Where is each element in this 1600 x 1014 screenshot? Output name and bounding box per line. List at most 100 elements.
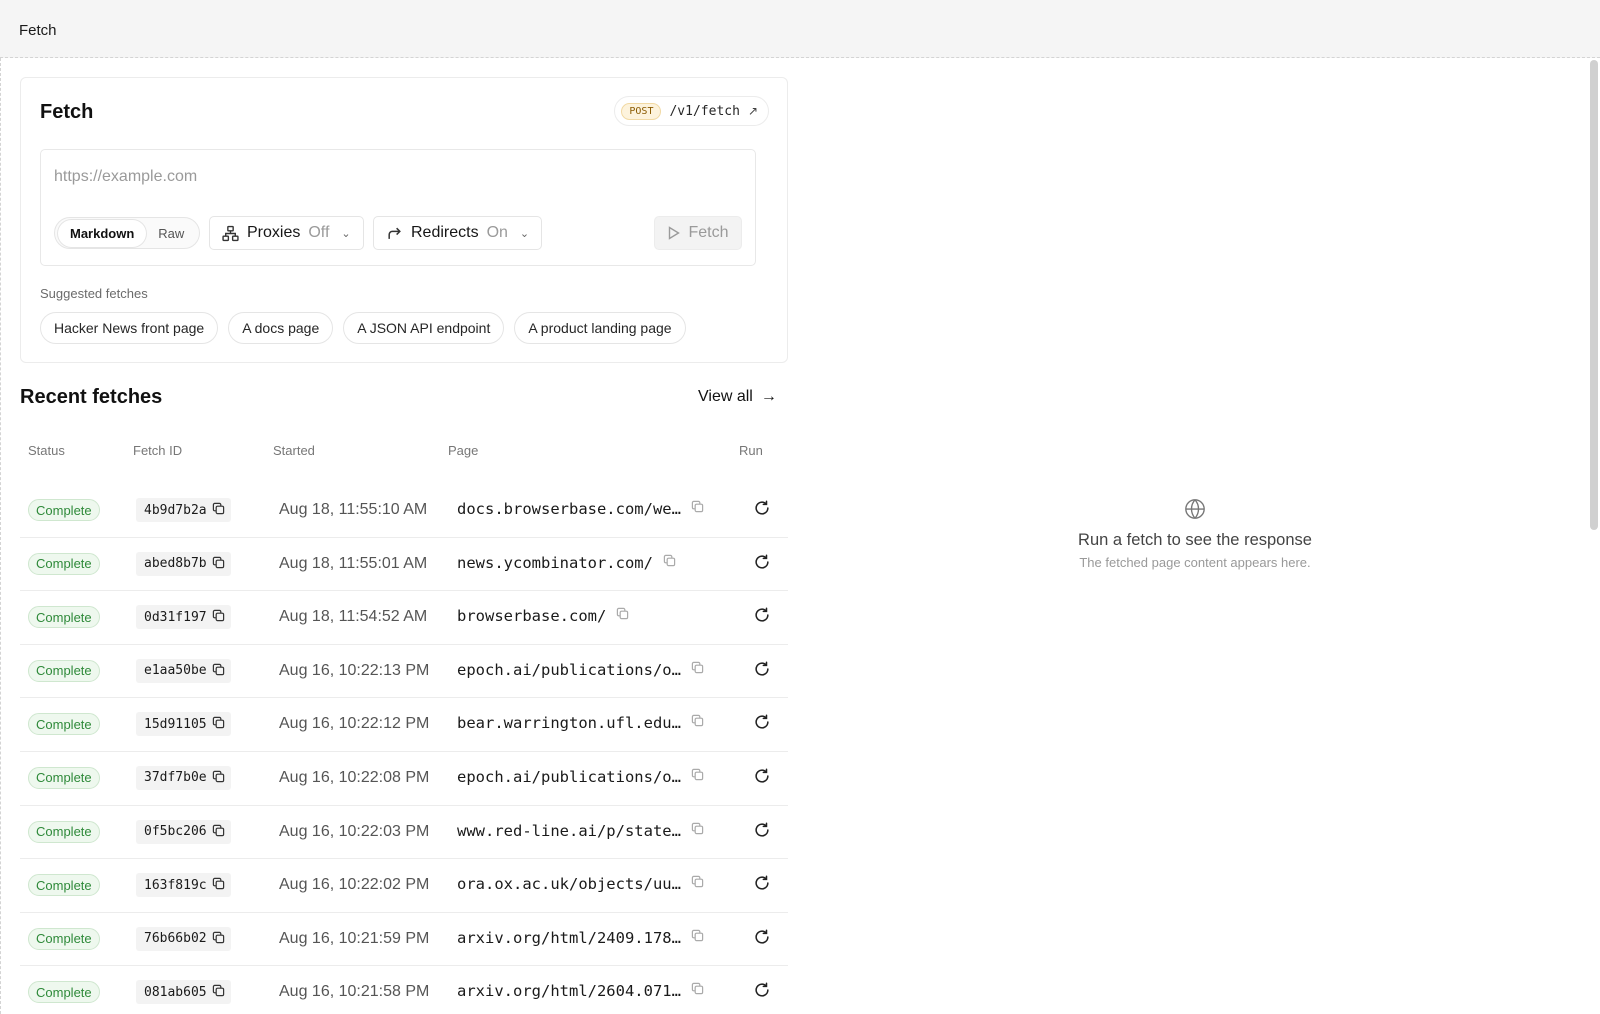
rerun-icon[interactable] <box>753 606 771 629</box>
copy-icon[interactable] <box>691 929 704 947</box>
started-time: Aug 16, 10:22:12 PM <box>279 715 430 733</box>
view-all-link[interactable]: View all → <box>698 388 777 406</box>
suggestion-chip[interactable]: A docs page <box>228 312 334 344</box>
page-cell: www.red-line.ai/p/state… <box>457 822 704 840</box>
table-row[interactable]: Complete 76b66b02 Aug 16, 10:21:59 PM arxiv… <box>20 913 788 967</box>
fetch-button-label: Fetch <box>688 224 729 241</box>
fetch-card: Fetch POST /v1/fetch ↗ Markdown Raw Prox… <box>20 77 788 363</box>
table-row[interactable]: Complete 081ab605 Aug 16, 10:21:58 PM arxiv… <box>20 966 788 1014</box>
left-panel: Fetch POST /v1/fetch ↗ Markdown Raw Prox… <box>0 58 790 1014</box>
globe-icon <box>1184 498 1206 525</box>
play-icon <box>669 226 681 240</box>
fetch-id-text: 0f5bc206 <box>144 824 207 840</box>
column-page: Page <box>448 443 479 458</box>
page-url[interactable]: arxiv.org/html/2604.071… <box>457 982 681 1000</box>
copy-icon[interactable] <box>212 824 225 840</box>
copy-icon[interactable] <box>212 877 225 893</box>
page-url[interactable]: news.ycombinator.com/ <box>457 554 653 572</box>
copy-icon[interactable] <box>691 500 704 518</box>
rerun-icon[interactable] <box>753 928 771 951</box>
fetch-button[interactable]: Fetch <box>654 216 742 250</box>
started-time: Aug 18, 11:55:10 AM <box>279 501 428 518</box>
status-badge: Complete <box>28 659 100 682</box>
endpoint-path: /v1/fetch <box>669 103 740 119</box>
rerun-icon[interactable] <box>753 660 771 683</box>
fetch-id: e1aa50be <box>136 658 231 683</box>
table-row[interactable]: Complete 0d31f197 Aug 18, 11:54:52 AM brows… <box>20 591 788 645</box>
copy-icon[interactable] <box>691 982 704 1000</box>
table-row[interactable]: Complete 37df7b0e Aug 16, 10:22:08 PM epoch… <box>20 752 788 806</box>
table-row[interactable]: Complete 15d91105 Aug 16, 10:22:12 PM bear.… <box>20 698 788 752</box>
page-url[interactable]: epoch.ai/publications/o… <box>457 768 681 786</box>
page-url[interactable]: browserbase.com/ <box>457 607 606 625</box>
page-url[interactable]: www.red-line.ai/p/state… <box>457 822 681 840</box>
copy-icon[interactable] <box>212 609 225 625</box>
started-time: Aug 16, 10:22:08 PM <box>279 768 430 786</box>
table-row[interactable]: Complete 163f819c Aug 16, 10:22:02 PM ora.o… <box>20 859 788 913</box>
page-cell: news.ycombinator.com/ <box>457 554 676 572</box>
page-url[interactable]: docs.browserbase.com/we… <box>457 500 681 518</box>
copy-icon[interactable] <box>212 502 225 518</box>
format-option-markdown[interactable]: Markdown <box>58 219 147 247</box>
page-cell: browserbase.com/ <box>457 607 629 625</box>
method-badge: POST <box>621 102 662 120</box>
suggestion-chip[interactable]: A product landing page <box>514 312 686 344</box>
rerun-icon[interactable] <box>753 713 771 736</box>
copy-icon[interactable] <box>212 716 225 732</box>
top-bar: Fetch <box>0 0 1600 58</box>
copy-icon[interactable] <box>616 607 629 625</box>
suggestion-chip[interactable]: A JSON API endpoint <box>343 312 505 344</box>
rerun-icon[interactable] <box>753 499 771 522</box>
table-row[interactable]: Complete 0f5bc206 Aug 16, 10:22:03 PM www.r… <box>20 806 788 860</box>
started-time: Aug 16, 10:22:02 PM <box>279 876 430 894</box>
copy-icon[interactable] <box>212 663 225 679</box>
rerun-icon[interactable] <box>753 874 771 897</box>
copy-icon[interactable] <box>691 822 704 840</box>
fetch-id-text: 4b9d7b2a <box>144 502 207 518</box>
page-url[interactable]: ora.ox.ac.uk/objects/uu… <box>457 875 681 893</box>
table-row[interactable]: Complete 4b9d7b2a Aug 18, 11:55:10 AM docs.… <box>20 484 788 538</box>
page-cell: arxiv.org/html/2604.071… <box>457 982 704 1000</box>
redirects-dropdown[interactable]: Redirects On ⌄ <box>373 216 543 250</box>
status-badge: Complete <box>28 874 100 897</box>
redirects-label: Redirects <box>411 224 479 241</box>
page-url[interactable]: arxiv.org/html/2409.178… <box>457 929 681 947</box>
suggestion-chip[interactable]: Hacker News front page <box>40 312 219 344</box>
fetch-id: 0f5bc206 <box>136 819 231 844</box>
copy-icon[interactable] <box>691 714 704 732</box>
copy-icon[interactable] <box>663 554 676 572</box>
copy-icon[interactable] <box>212 984 225 1000</box>
copy-icon[interactable] <box>691 661 704 679</box>
status-badge: Complete <box>28 766 100 789</box>
format-option-raw[interactable]: Raw <box>146 220 196 247</box>
copy-icon[interactable] <box>212 770 225 786</box>
rerun-icon[interactable] <box>753 981 771 1004</box>
format-toggle: Markdown Raw <box>54 217 201 249</box>
copy-icon[interactable] <box>691 875 704 893</box>
url-input[interactable] <box>54 164 734 190</box>
fetch-id-text: 081ab605 <box>144 984 207 1000</box>
rerun-icon[interactable] <box>753 553 771 576</box>
fetch-id: abed8b7b <box>136 551 231 576</box>
fetch-id-text: 0d31f197 <box>144 609 207 625</box>
column-status: Status <box>28 443 65 458</box>
copy-icon[interactable] <box>691 768 704 786</box>
rerun-icon[interactable] <box>753 767 771 790</box>
page-url[interactable]: bear.warrington.ufl.edu… <box>457 714 681 732</box>
endpoint-link[interactable]: POST /v1/fetch ↗ <box>614 96 769 126</box>
copy-icon[interactable] <box>212 556 225 572</box>
page-url[interactable]: epoch.ai/publications/o… <box>457 661 681 679</box>
response-panel: Run a fetch to see the response The fetc… <box>790 58 1600 1014</box>
rerun-icon[interactable] <box>753 821 771 844</box>
fetch-id-text: 37df7b0e <box>144 770 207 786</box>
page-cell: docs.browserbase.com/we… <box>457 500 704 518</box>
table-row[interactable]: Complete e1aa50be Aug 16, 10:22:13 PM epoch… <box>20 645 788 699</box>
fetch-id: 163f819c <box>136 873 231 898</box>
suggestion-chips: Hacker News front page A docs page A JSO… <box>40 312 686 344</box>
proxies-dropdown[interactable]: Proxies Off ⌄ <box>209 216 364 250</box>
scrollbar[interactable] <box>1590 60 1598 530</box>
empty-subtitle: The fetched page content appears here. <box>1079 555 1311 570</box>
table-row[interactable]: Complete abed8b7b Aug 18, 11:55:01 AM news.… <box>20 538 788 592</box>
copy-icon[interactable] <box>212 931 225 947</box>
status-badge: Complete <box>28 552 100 575</box>
